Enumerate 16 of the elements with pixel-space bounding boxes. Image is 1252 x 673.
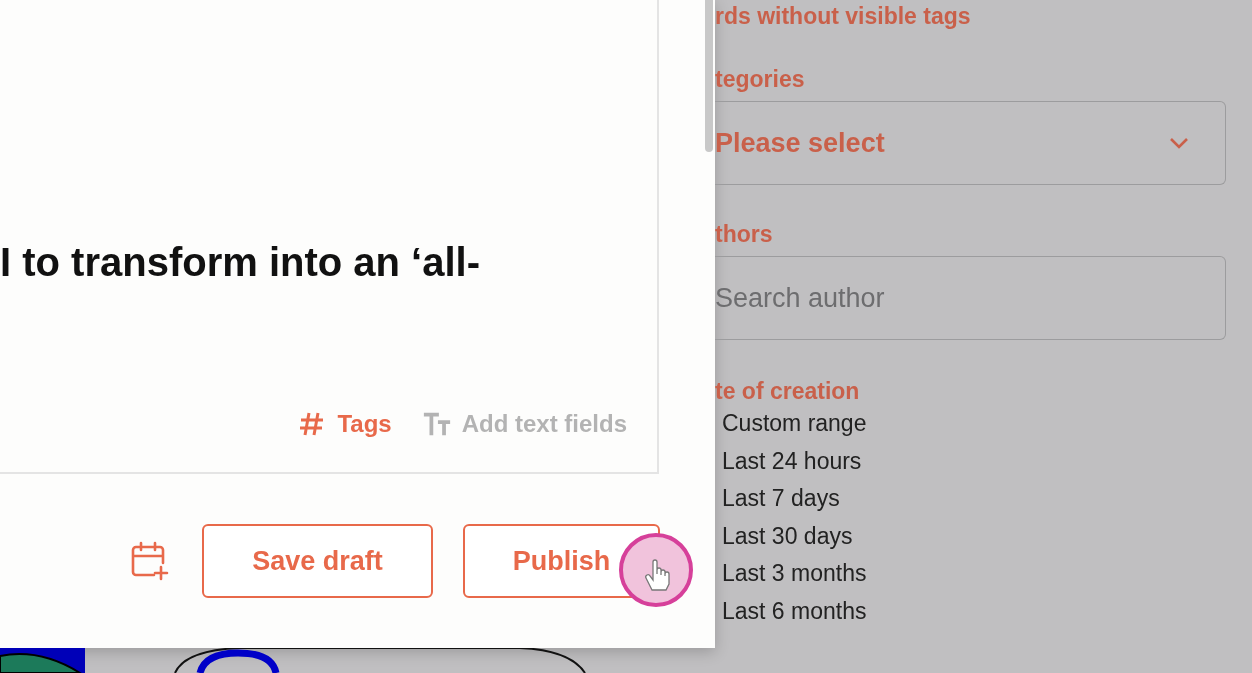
categories-label: tegories [715,66,806,93]
creation-date-label: te of creation [715,378,861,405]
date-option[interactable]: Last 6 months [715,592,1226,630]
author-search-field[interactable]: Search author [715,256,1226,340]
date-option[interactable]: Last 7 days [715,480,1226,518]
scrollbar-thumb[interactable] [705,0,713,152]
pointer-cursor-icon [618,532,694,608]
headline-text: I to transform into an ‘all- [0,240,482,285]
chevron-down-icon [1169,137,1189,149]
date-option[interactable]: Last 3 months [715,555,1226,593]
calendar-add-icon[interactable] [130,541,170,581]
authors-label: thors [715,221,774,248]
date-option[interactable]: Custom range [715,405,1226,443]
date-option[interactable]: Last 24 hours [715,442,1226,480]
date-option[interactable]: Last 30 days [715,517,1226,555]
text-size-icon [421,410,452,438]
